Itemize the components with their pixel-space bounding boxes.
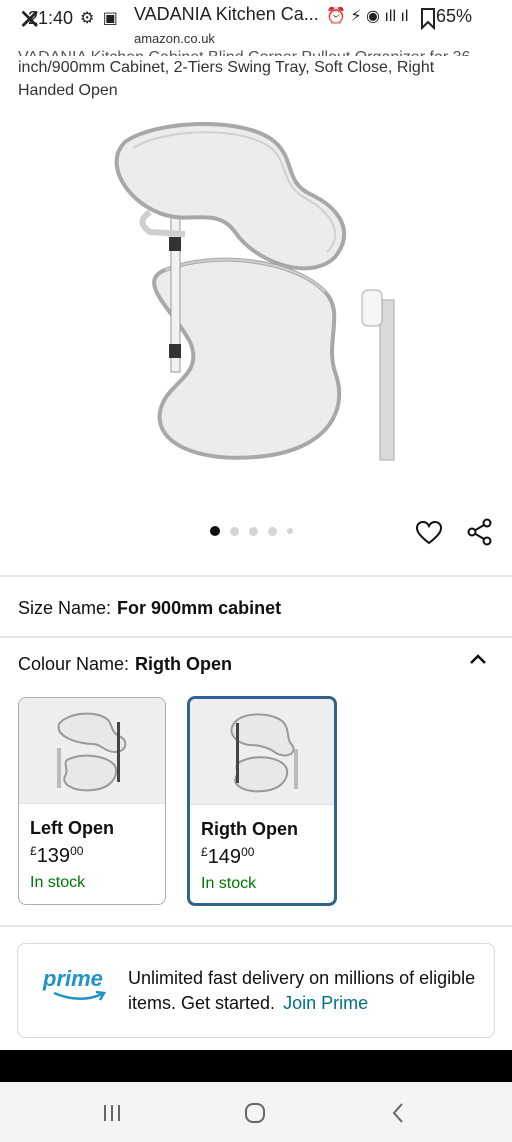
option-name: Left Open xyxy=(30,818,114,838)
option-name: Rigth Open xyxy=(201,819,298,839)
divider xyxy=(0,925,512,927)
colour-option-right-open[interactable]: Rigth Open £14900 In stock xyxy=(187,696,337,906)
bookmark-icon[interactable] xyxy=(420,8,436,30)
join-prime-link[interactable]: Join Prime xyxy=(283,993,368,1013)
carousel-dot[interactable] xyxy=(249,526,258,536)
swatch-thumbnail xyxy=(190,699,334,805)
divider xyxy=(0,575,512,577)
option-price: £14900 xyxy=(201,845,255,868)
page-title: VADANIA Kitchen Ca... xyxy=(134,4,319,24)
stock-status: In stock xyxy=(201,875,257,892)
stock-status: In stock xyxy=(30,874,86,891)
carousel-dot[interactable] xyxy=(210,526,220,536)
carousel-dots xyxy=(210,524,293,538)
swatch-image xyxy=(230,713,298,793)
size-value: For 900mm cabinet xyxy=(117,598,282,618)
colour-value: Rigth Open xyxy=(135,654,233,674)
size-selector[interactable]: Size Name: For 900mm cabinet xyxy=(18,598,281,619)
product-title: VADANIA Kitchen Cabinet Blind Corner Pul… xyxy=(18,46,498,102)
option-price: £13900 xyxy=(30,844,84,867)
swatch-image xyxy=(57,712,127,792)
prime-text: Unlimited fast delivery on millions of e… xyxy=(128,966,478,1016)
colour-selector: Colour Name: Rigth Open xyxy=(18,654,232,675)
product-title-line3: Handed Open xyxy=(18,82,118,99)
bottom-toolbar xyxy=(0,1050,512,1082)
swatch-thumbnail xyxy=(19,698,165,804)
product-image[interactable] xyxy=(95,122,425,472)
product-title-clipped: VADANIA Kitchen Cabinet Blind Corner Pul… xyxy=(18,46,498,56)
battery-level: 65% xyxy=(436,6,473,26)
recent-apps-icon[interactable] xyxy=(99,1100,125,1126)
system-nav-bar xyxy=(0,1082,512,1142)
colour-option-left-open[interactable]: Left Open £13900 In stock xyxy=(18,697,166,905)
clock: 21:40 xyxy=(28,8,74,28)
prime-banner[interactable]: prime Unlimited fast delivery on million… xyxy=(17,943,495,1038)
signal-icons: ⏰ ⚡ ◉ ıll ıl xyxy=(326,8,409,25)
divider xyxy=(0,636,512,638)
carousel-dot[interactable] xyxy=(287,528,293,534)
notification-icons: ⚙ ▣ xyxy=(80,10,120,27)
heart-icon[interactable] xyxy=(416,520,442,546)
carousel-dot[interactable] xyxy=(230,526,239,536)
share-icon[interactable] xyxy=(466,518,494,546)
back-icon[interactable] xyxy=(386,1100,412,1126)
size-label: Size Name: xyxy=(18,598,112,618)
home-icon[interactable] xyxy=(242,1100,268,1126)
product-title-line2: inch/900mm Cabinet, 2-Tiers Swing Tray, … xyxy=(18,59,435,76)
prime-logo: prime xyxy=(43,966,103,991)
colour-label: Colour Name: xyxy=(18,654,130,674)
carousel-dot[interactable] xyxy=(268,526,277,536)
page-url: amazon.co.uk xyxy=(134,31,215,46)
chevron-up-icon[interactable] xyxy=(468,652,488,666)
prime-smile-icon xyxy=(53,990,107,1001)
